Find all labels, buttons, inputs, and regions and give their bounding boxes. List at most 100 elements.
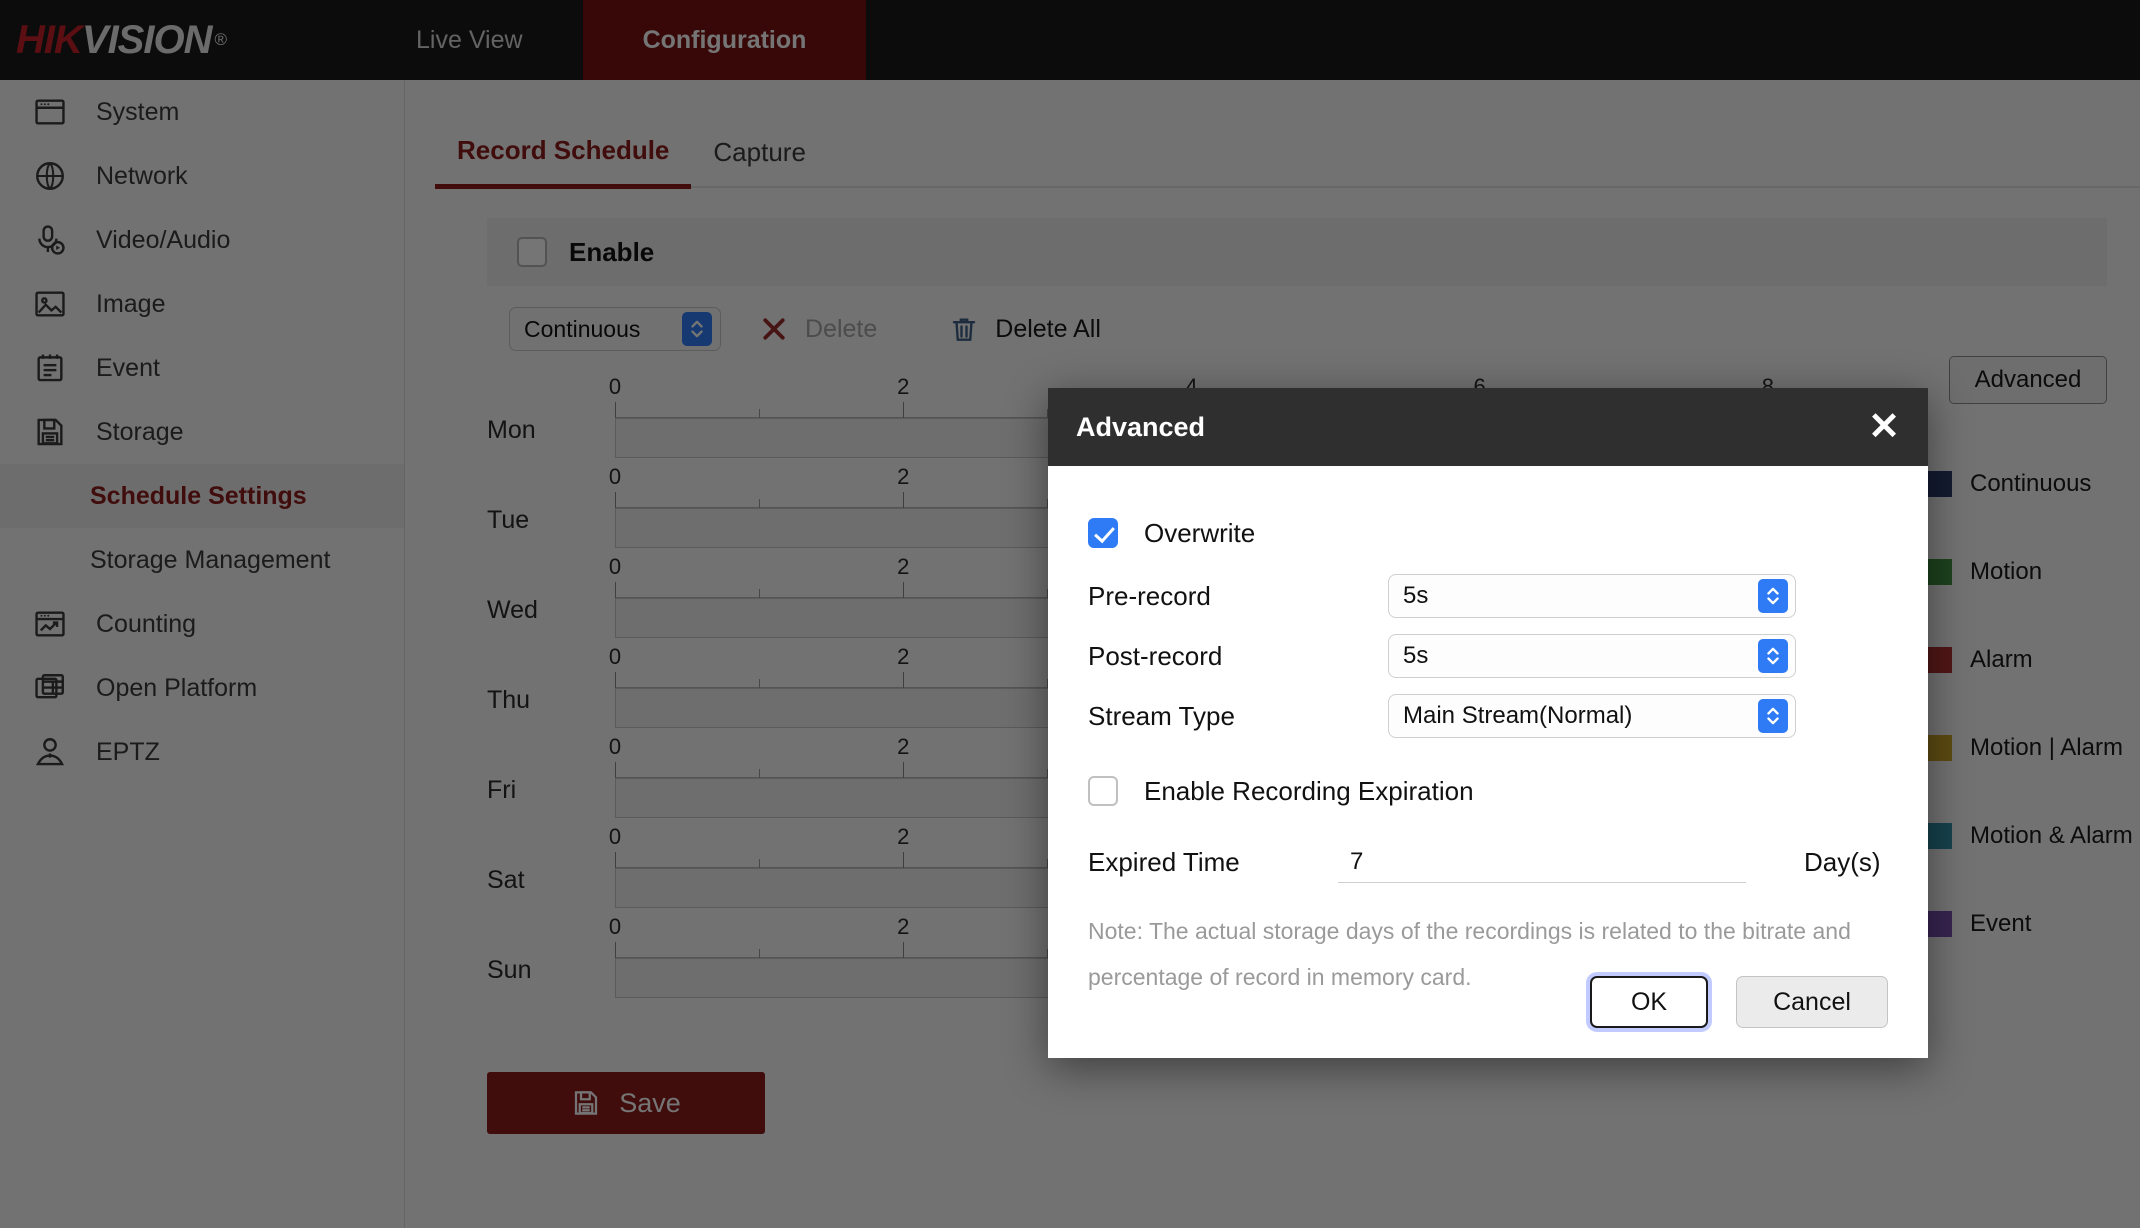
axis-tick-label: 2 [897, 914, 910, 939]
x-icon [759, 314, 789, 344]
ok-button[interactable]: OK [1590, 976, 1708, 1028]
schedule-toolbar: Continuous Delete Delete All Advanced [487, 286, 2107, 404]
legend-item: Motion | Alarm [1912, 704, 2123, 792]
sidebar-label-storage-management: Storage Management [90, 545, 331, 574]
enable-checkbox[interactable] [517, 237, 547, 267]
axis-tick [615, 582, 616, 598]
delete-button[interactable]: Delete [759, 314, 877, 344]
post-record-value: 5s [1403, 642, 1429, 669]
logo-text-hik: HIK [16, 17, 83, 62]
floppy-save-icon [571, 1088, 601, 1118]
legend-label: Motion [1970, 558, 2043, 585]
sidebar-item-event[interactable]: Event [0, 336, 404, 400]
close-icon[interactable]: ✕ [1868, 408, 1900, 446]
schedule-day-label: Sat [487, 866, 525, 894]
sidebar-item-open-platform[interactable]: Open Platform [0, 656, 404, 720]
save-area: Save [487, 1072, 2107, 1134]
cancel-button[interactable]: Cancel [1736, 976, 1888, 1028]
dialog-footer: OK Cancel [1048, 946, 1928, 1058]
axis-tick [615, 492, 616, 508]
app-root: HIK VISION ® Live View Configuration Sys… [0, 0, 2140, 1228]
dialog-body: Overwrite Pre-record 5s Post-record 5s S… [1048, 466, 1928, 1000]
axis-tick [615, 942, 616, 958]
advanced-button[interactable]: Advanced [1949, 356, 2107, 404]
dialog-header: Advanced ✕ [1048, 388, 1928, 466]
floppy-disk-icon [30, 412, 70, 452]
chevron-updown-icon [1758, 579, 1788, 613]
dialog-title: Advanced [1076, 411, 1206, 442]
axis-tick-label: 0 [608, 464, 622, 489]
recording-expiration-checkbox[interactable] [1088, 776, 1118, 806]
schedule-day-label: Mon [487, 416, 536, 444]
recording-expiration-row: Enable Recording Expiration [1088, 758, 1888, 824]
axis-tick [759, 859, 761, 868]
post-record-select[interactable]: 5s [1388, 634, 1796, 678]
chevron-updown-icon [1758, 639, 1788, 673]
schedule-day-label: Sun [487, 956, 532, 984]
sidebar-item-image[interactable]: Image [0, 272, 404, 336]
sidebar-item-eptz[interactable]: EPTZ [0, 720, 404, 784]
axis-tick-label: 0 [608, 824, 622, 849]
main-nav-tabs: Live View Configuration [356, 0, 867, 80]
schedule-day-label: Thu [487, 686, 531, 714]
axis-tick-label: 2 [897, 374, 910, 399]
nav-tab-live-view[interactable]: Live View [356, 0, 583, 80]
legend-label: Continuous [1970, 470, 2092, 497]
delete-all-button[interactable]: Delete All [949, 314, 1101, 344]
legend-item: Event [1912, 880, 2107, 968]
axis-tick [903, 762, 905, 778]
sidebar-item-storage[interactable]: Storage [0, 400, 404, 464]
schedule-day-label: Fri [487, 776, 517, 804]
enable-label: Enable [569, 236, 655, 267]
sidebar-item-storage-management[interactable]: Storage Management [0, 528, 404, 592]
trash-icon [949, 314, 979, 344]
sidebar-label-image: Image [96, 289, 166, 318]
content-tabs: Record Schedule Capture [435, 108, 2140, 189]
axis-tick-label: 2 [897, 734, 910, 759]
axis-tick-label: 2 [897, 554, 910, 579]
legend-label: Alarm [1970, 646, 2033, 673]
axis-tick [759, 409, 761, 418]
record-type-select[interactable]: Continuous [509, 307, 721, 351]
window-icon [30, 92, 70, 132]
sidebar-item-counting[interactable]: Counting [0, 592, 404, 656]
tab-record-schedule[interactable]: Record Schedule [435, 135, 692, 189]
hikvision-logo: HIK VISION ® [0, 0, 227, 80]
legend-item: Alarm [1912, 616, 2107, 704]
nav-tab-configuration[interactable]: Configuration [582, 0, 867, 80]
axis-tick [759, 499, 761, 508]
sidebar-label-schedule-settings: Schedule Settings [90, 481, 307, 510]
sidebar-item-schedule-settings[interactable]: Schedule Settings [0, 464, 404, 528]
stream-type-select[interactable]: Main Stream(Normal) [1388, 694, 1796, 738]
axis-tick [759, 949, 761, 958]
sidebar-item-video-audio[interactable]: Video/Audio [0, 208, 404, 272]
top-bar: HIK VISION ® Live View Configuration [0, 0, 2140, 80]
sidebar: System Network Video/Audio Image Event S… [0, 80, 405, 1228]
axis-tick-label: 2 [897, 464, 910, 489]
calendar-list-icon [30, 348, 70, 388]
axis-tick [615, 402, 616, 418]
schedule-day-label: Tue [487, 506, 530, 534]
globe-icon [30, 156, 70, 196]
sidebar-label-storage: Storage [96, 417, 184, 446]
sidebar-label-eptz: EPTZ [96, 737, 160, 766]
sidebar-item-system[interactable]: System [0, 80, 404, 144]
recording-expiration-label: Enable Recording Expiration [1144, 775, 1474, 806]
pre-record-select[interactable]: 5s [1388, 574, 1796, 618]
legend-label: Motion | Alarm [1970, 734, 2123, 761]
tab-capture[interactable]: Capture [691, 137, 828, 186]
logo-text-vision: VISION [81, 17, 213, 62]
save-button[interactable]: Save [487, 1072, 765, 1134]
axis-tick [903, 582, 905, 598]
schedule-legend: Continuous Motion Alarm Motion | Alarm Motio… [1912, 378, 2133, 1008]
stream-type-value: Main Stream(Normal) [1403, 702, 1633, 729]
axis-tick [759, 679, 761, 688]
sidebar-label-counting: Counting [96, 609, 197, 638]
post-record-label: Post-record [1088, 640, 1223, 671]
axis-tick [759, 589, 761, 598]
expired-time-input[interactable] [1338, 841, 1746, 883]
person-camera-icon [30, 732, 70, 772]
sidebar-item-network[interactable]: Network [0, 144, 404, 208]
overwrite-checkbox[interactable] [1088, 518, 1118, 548]
grid-windows-icon [30, 668, 70, 708]
